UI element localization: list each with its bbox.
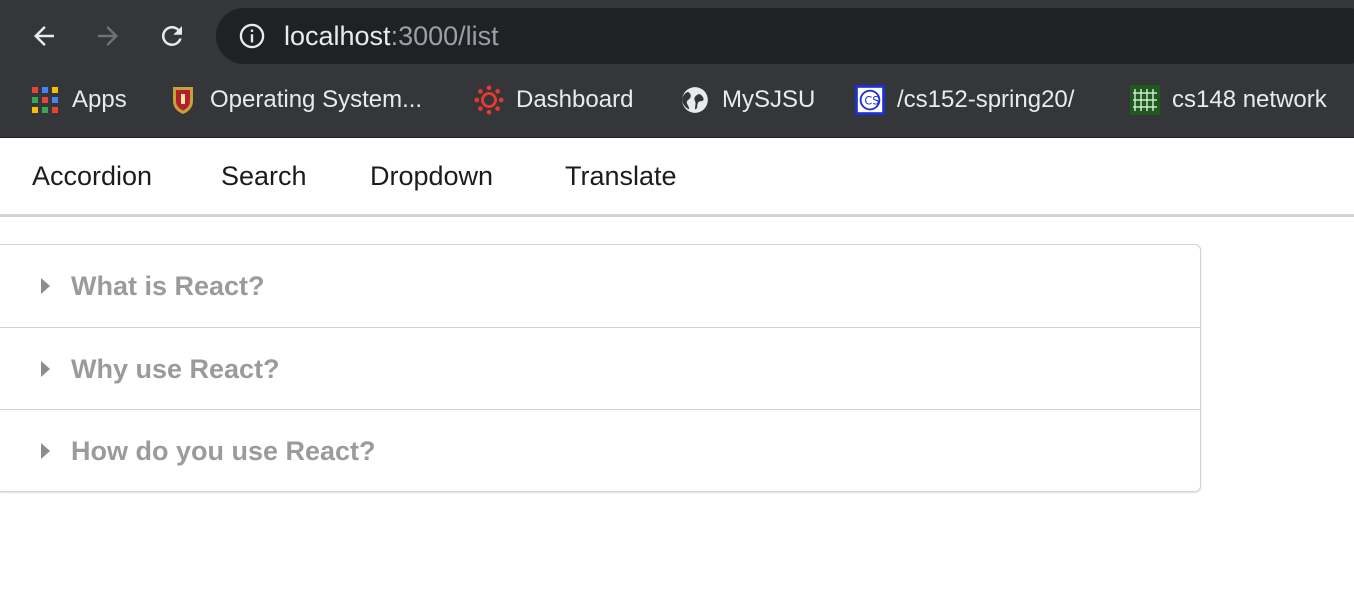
bookmark-label: Operating System... — [210, 86, 423, 113]
reload-button[interactable] — [152, 16, 192, 56]
accordion-item-what-is-react[interactable]: What is React? — [0, 245, 1200, 327]
globe-icon — [680, 85, 710, 115]
url-path: :3000/list — [390, 21, 499, 51]
accordion: What is React? Why use React? How do you… — [0, 244, 1201, 492]
back-button[interactable] — [24, 16, 64, 56]
bookmark-cs152[interactable]: CS /cs152-spring20/ — [855, 82, 1074, 118]
app-menu: Accordion Search Dropdown Translate — [0, 138, 1354, 217]
bookmark-label: Dashboard — [516, 86, 634, 113]
address-bar[interactable]: localhost:3000/list — [216, 8, 1354, 64]
accordion-title: What is React? — [71, 271, 265, 301]
canvas-logo-icon — [474, 85, 504, 115]
info-icon[interactable] — [238, 22, 266, 50]
accordion-item-how-do-you-use-react[interactable]: How do you use React? — [0, 409, 1200, 491]
apps-grid-icon — [30, 85, 60, 115]
accordion-title: How do you use React? — [71, 436, 376, 466]
bookmarks-bar: Apps Operating System... Dashboard MySJS… — [0, 72, 1354, 138]
caret-right-icon — [41, 361, 50, 377]
cs-logo-icon: CS — [855, 85, 885, 115]
forward-button[interactable] — [88, 16, 128, 56]
bookmark-mysjsu[interactable]: MySJSU — [680, 82, 815, 118]
university-crest-icon — [168, 85, 198, 115]
menu-item-translate[interactable]: Translate — [565, 159, 677, 193]
bookmark-label: cs148 network — [1172, 86, 1327, 113]
bookmark-apps[interactable]: Apps — [30, 82, 127, 118]
url-text: localhost:3000/list — [284, 20, 499, 52]
svg-text:CS: CS — [864, 95, 879, 108]
bookmark-cs148[interactable]: cs148 network — [1130, 82, 1327, 118]
menu-item-accordion[interactable]: Accordion — [32, 159, 152, 193]
accordion-title: Why use React? — [71, 354, 280, 384]
bookmark-label: MySJSU — [722, 86, 816, 113]
bookmark-label: /cs152-spring20/ — [897, 86, 1075, 113]
network-grid-icon — [1130, 85, 1160, 115]
menu-item-dropdown[interactable]: Dropdown — [370, 159, 493, 193]
bookmark-dashboard[interactable]: Dashboard — [474, 82, 633, 118]
menu-item-search[interactable]: Search — [221, 159, 307, 193]
accordion-item-why-use-react[interactable]: Why use React? — [0, 327, 1200, 409]
bookmark-operating-system[interactable]: Operating System... — [168, 82, 422, 118]
bookmark-label: Apps — [72, 86, 127, 113]
reload-icon — [161, 25, 182, 46]
arrow-right-icon — [98, 26, 118, 46]
caret-right-icon — [41, 443, 50, 459]
arrow-left-icon — [34, 26, 54, 46]
browser-toolbar: localhost:3000/list — [0, 0, 1354, 72]
caret-right-icon — [41, 278, 50, 294]
url-host: localhost — [284, 21, 391, 51]
